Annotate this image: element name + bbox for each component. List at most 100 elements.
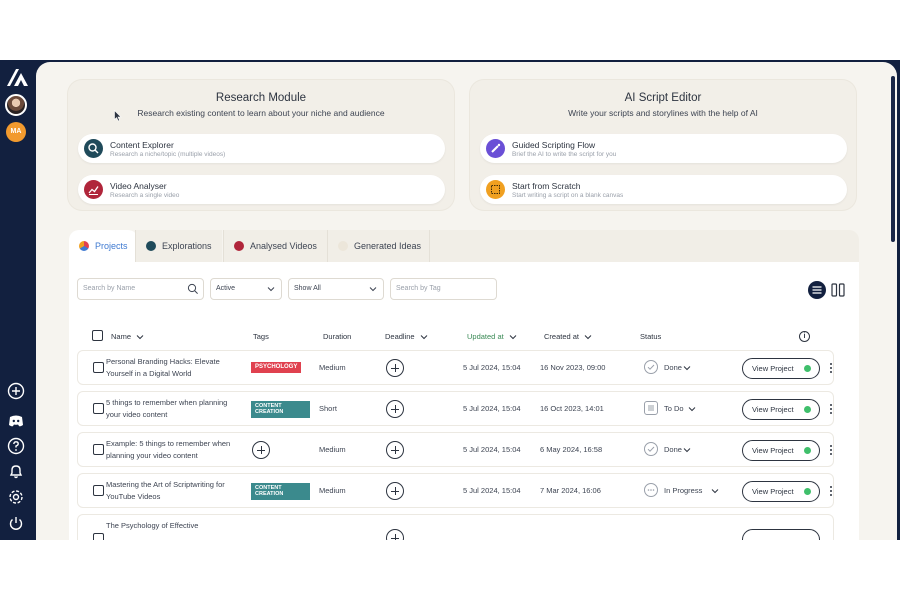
canvas-icon: [486, 180, 505, 199]
list-view-icon[interactable]: [808, 281, 826, 299]
chevron-down-icon[interactable]: [683, 365, 691, 371]
add-deadline-button[interactable]: [386, 441, 404, 459]
team-avatar[interactable]: MA: [6, 122, 26, 142]
status-value[interactable]: To Do: [664, 404, 684, 413]
project-name[interactable]: The Psychology of Effective: [106, 520, 236, 532]
search-by-tag-input[interactable]: Search by Tag: [390, 278, 497, 300]
column-header-created[interactable]: Created at: [544, 332, 592, 341]
chevron-down-icon: [369, 287, 377, 292]
duration-value: Short: [319, 404, 337, 413]
add-deadline-button[interactable]: [386, 359, 404, 377]
chevron-down-icon[interactable]: [683, 447, 691, 453]
wand-icon: [486, 139, 505, 158]
search-icon[interactable]: [187, 283, 199, 295]
duration-value: Medium: [319, 486, 346, 495]
research-module-subtitle: Research existing content to learn about…: [137, 108, 385, 118]
project-name[interactable]: Personal Branding Hacks: Elevate Yoursel…: [106, 356, 236, 380]
view-project-button[interactable]: View Project: [742, 358, 820, 379]
plus-circle-icon[interactable]: [7, 382, 25, 400]
table-row[interactable]: Personal Branding Hacks: Elevate Yoursel…: [77, 350, 834, 385]
status-filter-select[interactable]: Active: [210, 278, 282, 300]
row-checkbox[interactable]: [93, 444, 104, 455]
projects-panel: Search by Name Active Show All Search by…: [69, 262, 859, 540]
table-row[interactable]: Mastering the Art of Scriptwriting for Y…: [77, 473, 834, 508]
app-logo-icon[interactable]: [5, 66, 31, 88]
add-deadline-button[interactable]: [386, 482, 404, 500]
start-from-scratch-button[interactable]: Start from Scratch Start writing a scrip…: [480, 175, 847, 204]
created-value: 6 May 2024, 16:58: [540, 445, 603, 454]
guided-scripting-flow-button[interactable]: Guided Scripting Flow Brief the AI to wr…: [480, 134, 847, 163]
view-project-button[interactable]: View Project: [742, 399, 820, 420]
video-analyser-button[interactable]: Video Analyser Research a single video: [78, 175, 445, 204]
project-name[interactable]: 5 things to remember when planning your …: [106, 397, 236, 421]
add-tag-button[interactable]: [252, 441, 270, 459]
chevron-down-icon[interactable]: [711, 488, 719, 494]
chart-icon: [84, 180, 103, 199]
table-row[interactable]: The Psychology of Effective: [77, 514, 834, 540]
app-window: MA Research Module Research existing con…: [0, 60, 900, 540]
board-view-icon[interactable]: [829, 281, 847, 299]
updated-value: 5 Jul 2024, 15:04: [463, 404, 521, 413]
show-filter-select[interactable]: Show All: [288, 278, 384, 300]
chevron-down-icon[interactable]: [688, 406, 696, 412]
tags-header-label: Tags: [253, 332, 269, 341]
scrollbar[interactable]: [891, 76, 895, 242]
ai-script-editor-title: AI Script Editor: [624, 92, 702, 104]
view-project-button[interactable]: View Project: [742, 440, 820, 461]
tab-bar-filler: [429, 230, 859, 262]
search-by-name-input[interactable]: Search by Name: [77, 278, 204, 300]
column-header-deadline[interactable]: Deadline: [385, 332, 428, 341]
view-project-label: View Project: [752, 405, 794, 414]
info-icon[interactable]: i: [799, 331, 810, 342]
bell-icon[interactable]: [7, 462, 25, 480]
help-icon[interactable]: [7, 437, 25, 455]
project-name[interactable]: Mastering the Art of Scriptwriting for Y…: [106, 479, 236, 503]
updated-header-label: Updated at: [467, 332, 504, 341]
column-header-name[interactable]: Name: [111, 332, 144, 341]
more-options-icon[interactable]: [829, 443, 833, 457]
generated-ideas-icon: [338, 241, 348, 251]
view-project-button[interactable]: View Project: [742, 481, 820, 502]
active-status-dot: [804, 406, 811, 413]
deadline-header-label: Deadline: [385, 332, 415, 341]
row-checkbox[interactable]: [93, 533, 104, 540]
duration-value: Medium: [319, 445, 346, 454]
user-avatar[interactable]: [5, 94, 27, 116]
tab-projects[interactable]: Projects: [69, 230, 138, 262]
status-value[interactable]: Done: [664, 363, 682, 372]
tab-analysed-videos[interactable]: Analysed Videos: [223, 230, 327, 262]
more-options-icon[interactable]: [829, 361, 833, 375]
tab-generated-ideas[interactable]: Generated Ideas: [327, 230, 432, 262]
discord-icon[interactable]: [7, 412, 25, 430]
table-row[interactable]: Example: 5 things to remember when plann…: [77, 432, 834, 467]
content-explorer-desc: Research a niche/topic (multiple videos): [110, 151, 226, 158]
chevron-down-icon: [136, 334, 144, 339]
power-icon[interactable]: [7, 514, 25, 532]
settings-icon[interactable]: [7, 488, 25, 506]
row-checkbox[interactable]: [93, 485, 104, 496]
created-value: 16 Oct 2023, 14:01: [540, 404, 604, 413]
table-row[interactable]: 5 things to remember when planning your …: [77, 391, 834, 426]
add-deadline-button[interactable]: [386, 529, 404, 540]
chevron-down-icon: [584, 334, 592, 339]
more-options-icon[interactable]: [829, 402, 833, 416]
status-value[interactable]: Done: [664, 445, 682, 454]
row-checkbox[interactable]: [93, 362, 104, 373]
select-all-checkbox[interactable]: [92, 330, 103, 341]
tag-badge: PSYCHOLOGY: [251, 362, 302, 373]
more-options-icon[interactable]: [829, 484, 833, 498]
tab-explorations[interactable]: Explorations: [135, 230, 222, 262]
status-value[interactable]: In Progress: [664, 486, 702, 495]
project-name[interactable]: Example: 5 things to remember when plann…: [106, 438, 236, 462]
start-from-scratch-desc: Start writing a script on a blank canvas: [512, 192, 624, 199]
sidebar: MA: [0, 60, 36, 540]
tab-projects-label: Projects: [95, 241, 128, 251]
search-icon: [84, 139, 103, 158]
video-analyser-desc: Research a single video: [110, 192, 180, 199]
column-header-updated[interactable]: Updated at: [467, 332, 517, 341]
in-progress-status-icon: [644, 483, 658, 497]
row-checkbox[interactable]: [93, 403, 104, 414]
view-project-button[interactable]: [742, 529, 820, 540]
content-explorer-button[interactable]: Content Explorer Research a niche/topic …: [78, 134, 445, 163]
add-deadline-button[interactable]: [386, 400, 404, 418]
